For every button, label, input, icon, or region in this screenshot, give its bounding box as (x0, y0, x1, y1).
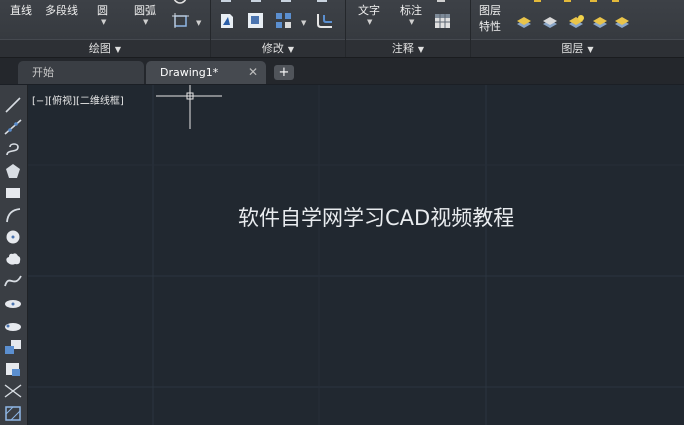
make-current-layer-icon[interactable] (541, 14, 559, 30)
tab-drawing1[interactable]: Drawing1* ✕ (146, 61, 266, 84)
draw-panel-title[interactable]: 绘图 ▼ (0, 39, 210, 57)
new-tab-button[interactable]: + (274, 65, 294, 80)
circle-button[interactable]: 圆 (97, 2, 108, 18)
layer-off-icon[interactable] (561, 0, 575, 5)
layer-previous-icon[interactable] (613, 14, 631, 30)
annotation-panel-title[interactable]: 注释 ▼ (346, 39, 470, 57)
arc-tool-icon[interactable] (2, 205, 24, 225)
close-icon[interactable]: ✕ (248, 61, 258, 84)
layers-panel: 图层 特性 图层 ▼ (471, 0, 684, 57)
crosshair-cursor-icon (156, 85, 222, 129)
polyline-tool-icon[interactable] (2, 139, 24, 159)
annotation-panel: 文字 ▼ 标注 ▼ 注释 ▼ (346, 0, 471, 57)
line-tool-icon[interactable] (2, 95, 24, 115)
circle-tool-icon[interactable] (2, 227, 24, 247)
layer-properties-button[interactable]: 图层 (479, 2, 501, 18)
scale-icon[interactable] (247, 12, 265, 30)
draw-toolbar (0, 85, 28, 425)
boundary-icon[interactable] (172, 13, 190, 29)
table-icon[interactable] (434, 13, 452, 31)
ellipse-tool-icon[interactable] (2, 293, 24, 313)
layers-panel-title[interactable]: 图层 ▼ (471, 39, 684, 57)
layer-state-icon[interactable] (515, 14, 533, 30)
ellipse-arc-tool-icon[interactable] (2, 315, 24, 335)
viewport-controls-label[interactable]: [−][俯视][二维线框] (32, 92, 124, 107)
move-icon[interactable] (219, 0, 233, 5)
layer-properties-label[interactable]: 特性 (479, 18, 501, 34)
boundary-dropdown-caret[interactable]: ▼ (196, 19, 201, 27)
file-tab-bar: 开始 Drawing1* ✕ + (0, 58, 684, 84)
draw-panel: 直线 多段线 圆 ▼ 圆弧 ▼ ▼ 绘图 ▼ (0, 0, 211, 57)
tab-start[interactable]: 开始 (18, 61, 144, 84)
array-icon[interactable] (275, 12, 295, 30)
polyline-button[interactable]: 多段线 (45, 2, 78, 18)
layer-freeze-icon[interactable] (531, 0, 545, 5)
modify-panel: ▼ 修改 ▼ (211, 0, 346, 57)
arc-dropdown-caret[interactable]: ▼ (143, 18, 148, 26)
dimension-button[interactable]: 标注 (400, 2, 422, 18)
hatch-tool-icon[interactable] (2, 403, 24, 423)
layer-match-icon[interactable] (567, 14, 585, 30)
arc-button[interactable]: 圆弧 (134, 2, 156, 18)
layer-isolate-icon[interactable] (587, 0, 601, 5)
make-block-tool-icon[interactable] (2, 359, 24, 379)
text-button[interactable]: 文字 (358, 2, 380, 18)
leader-icon[interactable] (434, 0, 448, 5)
revision-cloud-tool-icon[interactable] (2, 249, 24, 269)
ribbon: 直线 多段线 圆 ▼ 圆弧 ▼ ▼ 绘图 ▼ ▼ 修改 ▼ 文字 ▼ 标注 ▼ … (0, 0, 684, 58)
rectangle-tool-icon[interactable] (2, 183, 24, 203)
tab-drawing1-label: Drawing1* (160, 66, 219, 79)
point-tool-icon[interactable] (2, 381, 24, 401)
modify-panel-title[interactable]: 修改 ▼ (211, 39, 345, 57)
circle-small-icon[interactable] (172, 0, 188, 6)
layer-unlock-icon[interactable] (591, 14, 609, 30)
watermark-text: 软件自学网学习CAD视频教程 (238, 206, 515, 230)
layer-lock-icon[interactable] (609, 0, 623, 5)
tab-start-label: 开始 (32, 66, 54, 79)
array-dropdown-caret[interactable]: ▼ (301, 19, 306, 27)
stretch-icon[interactable] (219, 12, 235, 30)
dimension-dropdown-caret[interactable]: ▼ (409, 18, 414, 26)
construction-line-tool-icon[interactable] (2, 117, 24, 137)
insert-block-tool-icon[interactable] (2, 337, 24, 357)
text-dropdown-caret[interactable]: ▼ (367, 18, 372, 26)
drawing-canvas[interactable]: [−][俯视][二维线框] 软件自学网学习CAD视频教程 (28, 85, 684, 425)
rotate-icon[interactable] (249, 0, 263, 5)
line-button[interactable]: 直线 (10, 2, 32, 18)
polygon-tool-icon[interactable] (2, 161, 24, 181)
fillet-icon[interactable] (315, 12, 335, 30)
canvas-grid (28, 85, 684, 425)
spline-tool-icon[interactable] (2, 271, 24, 291)
circle-dropdown-caret[interactable]: ▼ (101, 18, 106, 26)
trim-icon[interactable] (279, 0, 293, 5)
copy-icon[interactable] (315, 0, 329, 5)
